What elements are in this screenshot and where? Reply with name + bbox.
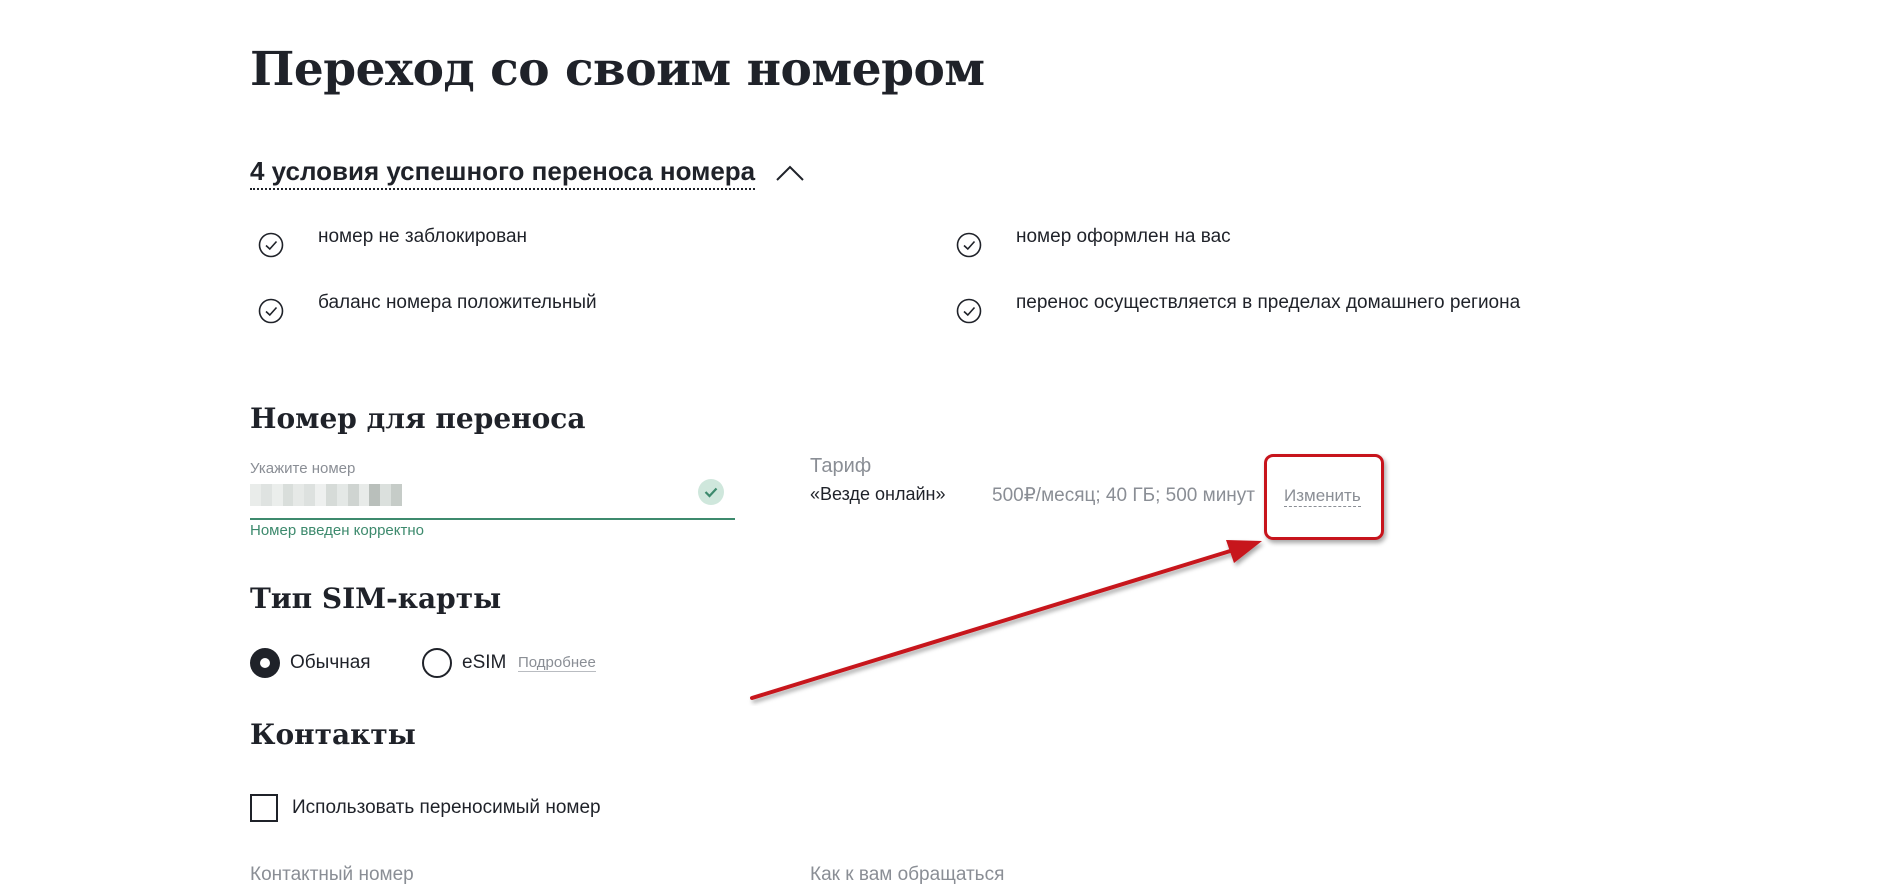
- checkbox-box: [250, 794, 278, 822]
- validation-message: Номер введен корректно: [250, 522, 424, 539]
- conditions-toggle[interactable]: 4 условия успешного переноса номера: [250, 156, 805, 190]
- radio-unselected-icon: [422, 648, 452, 678]
- tariff-name: «Везде онлайн»: [810, 484, 946, 504]
- radio-selected-icon: [250, 648, 280, 678]
- conditions-title: 4 условия успешного переноса номера: [250, 156, 756, 190]
- checkbox-label: Использовать переносимый номер: [292, 797, 601, 818]
- sim-option-esim[interactable]: eSIM: [422, 648, 506, 678]
- sim-option-regular[interactable]: Обычная: [250, 648, 371, 678]
- use-ported-number-checkbox[interactable]: Использовать переносимый номер: [250, 794, 601, 822]
- address-name-label: Как к вам обращаться: [810, 864, 1005, 885]
- condition-item: номер оформлен на вас: [956, 226, 1231, 258]
- tariff-label: Тариф: [810, 455, 872, 477]
- phone-field-label: Укажите номер: [250, 460, 356, 477]
- annotation-arrow-icon: [750, 540, 1262, 700]
- valid-check-icon: [698, 479, 724, 505]
- condition-item: баланс номера положительный: [258, 292, 597, 324]
- page-title: Переход со своим номером: [250, 42, 985, 97]
- phone-input[interactable]: [250, 478, 735, 520]
- check-circle-icon: [956, 298, 982, 324]
- condition-text: перенос осуществляется в пределах домашн…: [1016, 292, 1521, 313]
- contact-number-label: Контактный номер: [250, 864, 414, 885]
- condition-text: баланс номера положительный: [318, 292, 597, 313]
- check-circle-icon: [258, 232, 284, 258]
- check-circle-icon: [258, 298, 284, 324]
- condition-item: перенос осуществляется в пределах домашн…: [956, 292, 1520, 324]
- number-section-title: Номер для переноса: [250, 402, 586, 435]
- tariff-description: 500₽/месяц; 40 ГБ; 500 минут: [992, 485, 1256, 506]
- pixelated-phone-value: [250, 484, 403, 506]
- radio-label: Обычная: [290, 652, 371, 673]
- condition-text: номер оформлен на вас: [1016, 226, 1231, 247]
- contacts-section-title: Контакты: [250, 718, 416, 751]
- condition-item: номер не заблокирован: [258, 226, 527, 258]
- radio-label: eSIM: [462, 652, 507, 673]
- condition-text: номер не заблокирован: [318, 226, 528, 247]
- sim-section-title: Тип SIM-карты: [250, 582, 502, 615]
- change-tariff-link[interactable]: Изменить: [1284, 486, 1361, 507]
- chevron-up-icon: [776, 165, 804, 181]
- check-circle-icon: [956, 232, 982, 258]
- esim-more-link[interactable]: Подробнее: [518, 654, 596, 672]
